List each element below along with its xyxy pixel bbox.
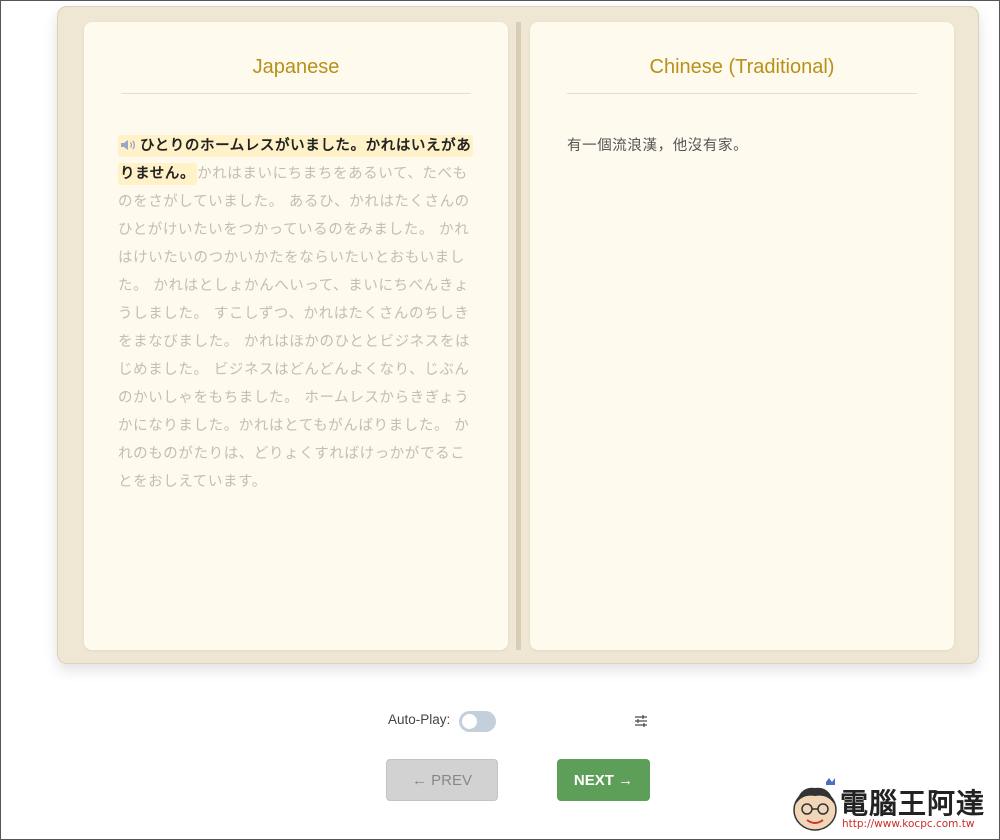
toggle-knob	[462, 714, 477, 729]
japanese-text: ひとりのホームレスがいました。かれはいえがありません。 かれはまいにちまちをあるい…	[118, 132, 474, 496]
left-page-title: Japanese	[121, 56, 471, 94]
right-page: Chinese (Traditional) 有一個流浪漢，他沒有家。	[530, 22, 954, 650]
autoplay-label: Auto-Play:	[388, 712, 451, 727]
prev-button[interactable]: ← PREV	[386, 759, 498, 801]
left-page: Japanese ひとりのホームレスがいました。かれはいえがありません。 かれはま…	[84, 22, 508, 650]
chinese-text: 有一個流浪漢，他沒有家。	[567, 138, 749, 154]
autoplay-toggle[interactable]	[459, 711, 496, 732]
settings-sliders-icon[interactable]	[633, 713, 649, 729]
book-frame: Japanese ひとりのホームレスがいました。かれはいえがありません。 かれはま…	[57, 6, 979, 664]
book-spine	[516, 22, 521, 650]
watermark-text: 電腦王阿達	[840, 787, 986, 820]
remaining-text: かれはまいにちまちをあるいて、たべものをさがしていました。 あるひ、かれはたくさ…	[118, 166, 471, 490]
speaker-icon	[121, 140, 136, 150]
watermark: 電腦王阿達 http://www.kocpc.com.tw	[790, 776, 990, 836]
next-button[interactable]: NEXT →	[557, 759, 650, 801]
watermark-url: http://www.kocpc.com.tw	[842, 818, 975, 830]
right-page-title: Chinese (Traditional)	[567, 56, 917, 94]
mascot-logo-icon	[793, 778, 837, 831]
